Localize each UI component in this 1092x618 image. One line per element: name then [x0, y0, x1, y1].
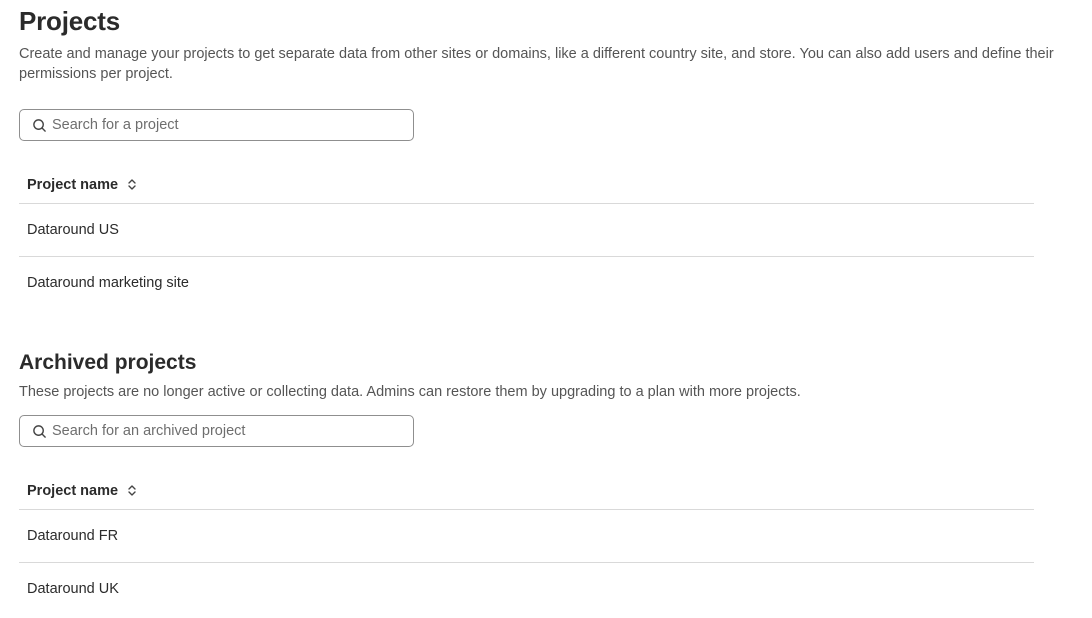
column-header-project-name: Project name — [27, 482, 119, 499]
projects-table: Project name Dataround US Dataround mark… — [19, 166, 1034, 308]
table-row[interactable]: Dataround US — [19, 204, 1034, 256]
archived-description: These projects are no longer active or c… — [19, 384, 801, 400]
project-name-cell: Dataround UK — [27, 580, 119, 597]
archived-search-input[interactable] — [52, 416, 413, 446]
projects-description: Create and manage your projects to get s… — [19, 46, 1054, 82]
project-name-cell: Dataround US — [27, 222, 119, 238]
project-search-box[interactable] — [19, 109, 414, 141]
search-icon — [32, 117, 48, 133]
table-row[interactable]: Dataround FR — [19, 510, 1034, 562]
table-row[interactable]: Dataround UK — [19, 562, 1034, 614]
page-title: Projects — [19, 6, 121, 36]
table-row[interactable]: Dataround marketing site — [19, 256, 1034, 308]
project-search-input[interactable] — [52, 110, 413, 140]
projects-table-header: Project name — [19, 166, 1034, 204]
sort-icon[interactable] — [127, 484, 137, 497]
archived-section-title: Archived projects — [19, 351, 197, 374]
project-name-cell: Dataround marketing site — [27, 274, 189, 291]
archived-search-box[interactable] — [19, 415, 414, 447]
sort-icon[interactable] — [127, 178, 137, 191]
column-header-project-name: Project name — [27, 176, 119, 193]
archived-projects-table: Project name Dataround FR Dataround UK — [19, 472, 1034, 614]
search-icon — [32, 423, 48, 439]
archived-table-header: Project name — [19, 472, 1034, 510]
project-name-cell: Dataround FR — [27, 528, 119, 544]
